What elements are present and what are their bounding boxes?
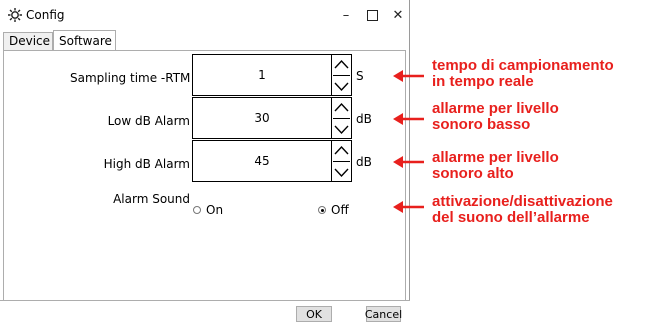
chevron-down-icon[interactable]	[333, 75, 350, 96]
annotation-high-alarm: allarme per livello sonoro alto	[432, 150, 559, 182]
annotation-line: attivazione/disattivazione	[432, 193, 613, 210]
tab-device[interactable]: Device	[3, 32, 53, 50]
annotation-alarm-sound: attivazione/disattivazione del suono del…	[432, 194, 613, 226]
radio-unchecked-icon[interactable]	[193, 206, 201, 214]
sampling-time-stepper[interactable]	[332, 54, 352, 96]
low-alarm-stepper[interactable]	[332, 97, 352, 139]
ok-button[interactable]: OK	[296, 306, 332, 322]
arrow-left-icon	[393, 201, 424, 213]
chevron-down-icon[interactable]	[333, 161, 350, 182]
alarm-sound-off-radio[interactable]: Off	[318, 203, 349, 217]
cancel-button[interactable]: Cancel	[365, 306, 402, 322]
sampling-time-label: Sampling time -RTM	[70, 71, 191, 85]
high-alarm-unit: dB	[356, 155, 372, 169]
config-window: Config – ✕ Device Software Sampling time…	[0, 0, 410, 324]
alarm-sound-on-label: On	[206, 203, 224, 217]
annotation-line: allarme per livello	[432, 149, 559, 166]
annotation-line: del suono dell’allarme	[432, 209, 590, 226]
window-title: Config	[26, 8, 65, 22]
sampling-time-input[interactable]: 1	[192, 54, 332, 96]
chevron-up-icon[interactable]	[333, 141, 350, 161]
annotation-low-alarm: allarme per livello sonoro basso	[432, 101, 559, 133]
high-alarm-input[interactable]: 45	[192, 140, 332, 182]
chevron-up-icon[interactable]	[333, 98, 350, 118]
annotation-line: allarme per livello	[432, 100, 559, 117]
minimize-button[interactable]: –	[332, 4, 360, 26]
high-alarm-stepper[interactable]	[332, 140, 352, 182]
arrow-left-icon	[393, 156, 424, 168]
arrow-left-icon	[393, 70, 424, 82]
chevron-down-icon[interactable]	[333, 118, 350, 139]
annotation-line: sonoro basso	[432, 116, 531, 133]
low-alarm-label: Low dB Alarm	[107, 114, 190, 128]
close-icon: ✕	[392, 7, 404, 23]
low-alarm-input[interactable]: 30	[192, 97, 332, 139]
tab-software[interactable]: Software	[53, 30, 116, 50]
alarm-sound-off-label: Off	[331, 203, 349, 217]
high-alarm-label: High dB Alarm	[103, 157, 190, 171]
dialog-button-bar: OK Cancel	[0, 300, 410, 324]
title-bar: Config – ✕	[0, 0, 410, 30]
annotation-line: sonoro alto	[432, 165, 514, 182]
chevron-up-icon[interactable]	[333, 55, 350, 75]
alarm-sound-label: Alarm Sound	[113, 192, 190, 206]
annotation-line: in tempo reale	[432, 73, 534, 90]
radio-checked-icon[interactable]	[318, 206, 326, 214]
close-button[interactable]: ✕	[384, 4, 412, 26]
low-alarm-unit: dB	[356, 112, 372, 126]
annotation-line: tempo di campionamento	[432, 57, 614, 74]
minimize-icon: –	[342, 7, 350, 23]
maximize-icon	[366, 9, 378, 21]
arrow-left-icon	[393, 113, 424, 125]
sampling-time-unit: S	[356, 69, 364, 83]
alarm-sound-on-radio[interactable]: On	[193, 203, 223, 217]
gear-icon	[8, 8, 22, 22]
annotation-sampling-time: tempo di campionamento in tempo reale	[432, 58, 614, 90]
maximize-button[interactable]	[358, 4, 386, 26]
